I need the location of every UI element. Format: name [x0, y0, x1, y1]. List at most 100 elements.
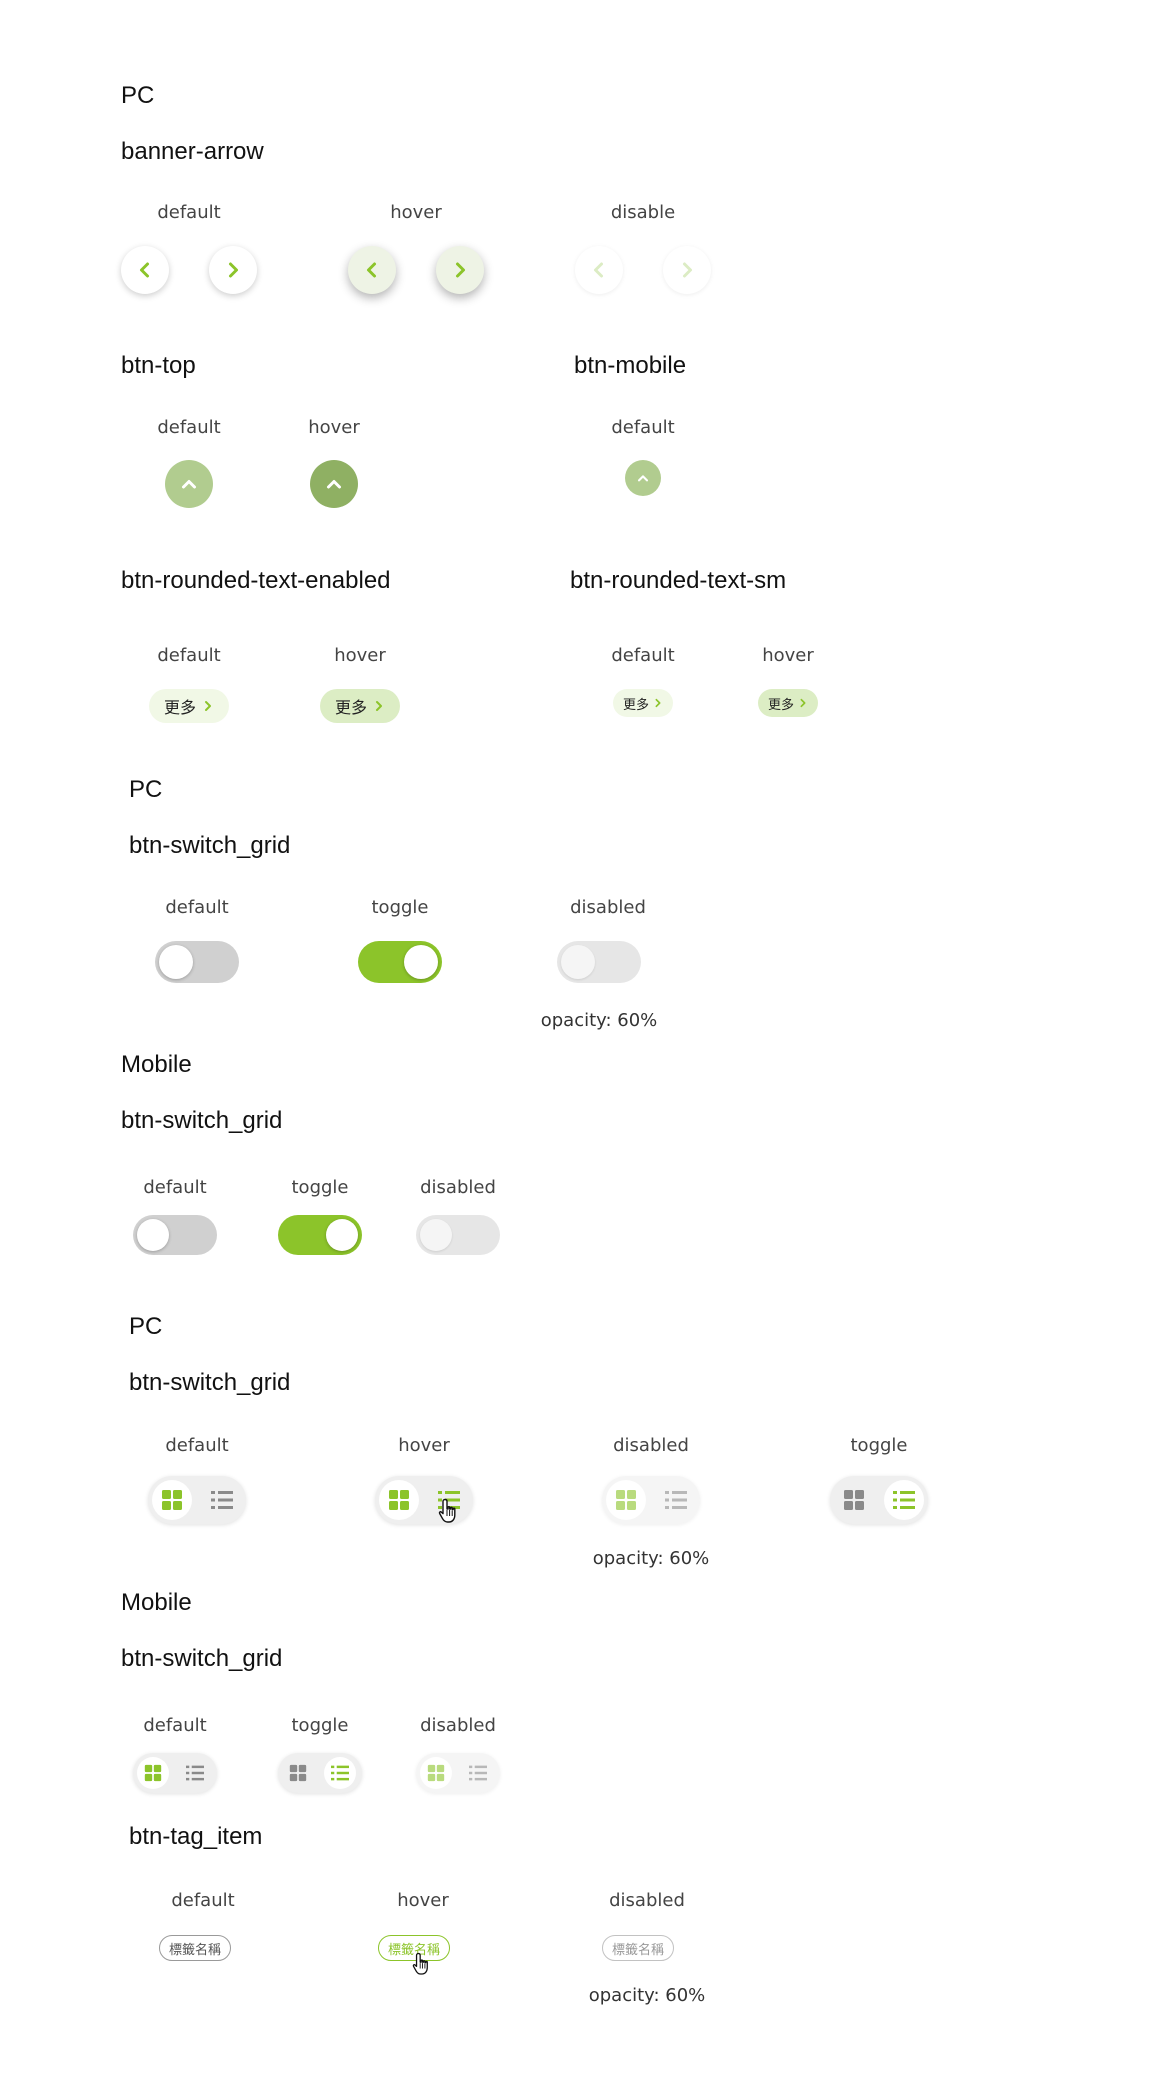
state-label-disabled: disabled: [613, 1435, 689, 1456]
state-label-toggle: toggle: [291, 1177, 349, 1198]
toggle-switch-on-mobile[interactable]: [278, 1215, 362, 1255]
state-label-disable: disable: [610, 202, 676, 223]
section-title-switch: btn-switch_grid: [129, 832, 291, 859]
grid-icon: [162, 1490, 182, 1510]
grid-icon: [844, 1490, 864, 1510]
opacity-note: opacity: 60%: [540, 1010, 658, 1031]
banner-next-button[interactable]: [209, 246, 257, 294]
chevron-right-icon: [376, 701, 382, 711]
section-title-rounded-text-sm: btn-rounded-text-sm: [570, 567, 787, 594]
more-label: 更多: [163, 698, 196, 717]
view-switch-toggle-mobile[interactable]: [278, 1753, 362, 1793]
chevron-right-icon: [655, 698, 661, 708]
chevron-right-icon: [229, 262, 238, 278]
view-switch-toggle[interactable]: [830, 1476, 928, 1524]
list-icon: [665, 1491, 687, 1509]
state-label-hover: hover: [398, 1435, 450, 1456]
switch-knob: [159, 945, 193, 979]
list-view-button[interactable]: [324, 1757, 356, 1789]
back-to-top-button[interactable]: [165, 460, 213, 508]
banner-prev-button-hover[interactable]: [348, 246, 396, 294]
platform-heading: PC: [129, 1313, 163, 1340]
section-title-switch: btn-switch_grid: [121, 1645, 283, 1672]
view-switch-default-mobile[interactable]: [133, 1753, 217, 1793]
more-button[interactable]: 更多: [149, 689, 229, 723]
list-view-button[interactable]: [884, 1480, 924, 1520]
banner-prev-button-disabled: [575, 246, 623, 294]
switch-knob: [326, 1219, 358, 1251]
more-button-sm-hover[interactable]: 更多: [758, 689, 818, 717]
chevron-right-icon: [456, 262, 465, 278]
list-icon: [469, 1765, 487, 1781]
more-button-hover[interactable]: 更多: [320, 689, 400, 723]
list-icon: [893, 1491, 915, 1509]
grid-icon: [616, 1490, 636, 1510]
state-label-disabled: disabled: [420, 1177, 496, 1198]
state-label-default: default: [157, 202, 221, 223]
back-to-top-button-hover[interactable]: [310, 460, 358, 508]
list-view-button: [656, 1480, 696, 1520]
state-label-hover: hover: [308, 417, 360, 438]
toggle-switch-off-mobile[interactable]: [133, 1215, 217, 1255]
hand-cursor-icon: [438, 1498, 456, 1523]
state-label-default: default: [143, 1177, 207, 1198]
opacity-note: opacity: 60%: [592, 1548, 710, 1569]
platform-heading: PC: [121, 82, 155, 109]
view-switch-disabled: [602, 1476, 700, 1524]
banner-next-button-hover[interactable]: [436, 246, 484, 294]
chevron-up-icon: [327, 480, 341, 489]
section-title-btn-top: btn-top: [121, 352, 196, 379]
chevron-right-icon: [800, 698, 806, 708]
tag-item-disabled: 標籤名稱: [602, 1935, 674, 1961]
toggle-switch-off[interactable]: [155, 941, 239, 983]
state-label-default: default: [611, 645, 675, 666]
back-to-top-mobile-button[interactable]: [625, 460, 661, 496]
view-switch-default[interactable]: [148, 1476, 246, 1524]
list-icon: [186, 1765, 204, 1781]
more-label: 更多: [622, 697, 649, 713]
list-icon: [331, 1765, 349, 1781]
banner-next-button-disabled: [663, 246, 711, 294]
state-label-default: default: [157, 645, 221, 666]
toggle-switch-disabled-mobile: [416, 1215, 500, 1255]
tag-item[interactable]: 標籤名稱: [159, 1935, 231, 1961]
state-label-default: default: [165, 1435, 229, 1456]
section-title-btn-mobile: btn-mobile: [574, 352, 687, 379]
grid-view-button[interactable]: [282, 1757, 314, 1789]
list-view-button[interactable]: [179, 1757, 211, 1789]
more-label: 更多: [334, 698, 367, 717]
more-button-sm[interactable]: 更多: [613, 689, 673, 717]
tag-label: 標籤名稱: [168, 1942, 221, 1958]
grid-view-button: [606, 1480, 646, 1520]
chevron-left-icon: [367, 262, 376, 278]
chevron-up-icon: [182, 480, 196, 489]
section-title-switch: btn-switch_grid: [121, 1107, 283, 1134]
platform-heading: Mobile: [121, 1589, 192, 1616]
grid-icon: [144, 1764, 162, 1782]
toggle-switch-on[interactable]: [358, 941, 442, 983]
list-view-button[interactable]: [202, 1480, 242, 1520]
platform-heading: PC: [129, 776, 163, 803]
state-label-disabled: disabled: [609, 1890, 685, 1911]
section-title-tag-item: btn-tag_item: [129, 1823, 263, 1850]
grid-view-button[interactable]: [379, 1480, 419, 1520]
switch-knob: [561, 945, 595, 979]
state-label-toggle: toggle: [291, 1715, 349, 1736]
state-label-default: default: [611, 417, 675, 438]
hand-cursor-icon: [412, 1952, 428, 1975]
more-label: 更多: [767, 697, 794, 713]
chevron-up-icon: [637, 475, 649, 482]
grid-icon: [289, 1764, 307, 1782]
view-switch-disabled-mobile: [416, 1753, 500, 1793]
platform-heading: Mobile: [121, 1051, 192, 1078]
banner-prev-button[interactable]: [121, 246, 169, 294]
grid-view-button: [420, 1757, 452, 1789]
grid-view-button[interactable]: [137, 1757, 169, 1789]
chevron-left-icon: [594, 262, 603, 278]
state-label-disabled: disabled: [570, 897, 646, 918]
state-label-hover: hover: [334, 645, 386, 666]
state-label-default: default: [143, 1715, 207, 1736]
grid-view-button[interactable]: [834, 1480, 874, 1520]
grid-view-button[interactable]: [152, 1480, 192, 1520]
grid-icon: [427, 1764, 445, 1782]
